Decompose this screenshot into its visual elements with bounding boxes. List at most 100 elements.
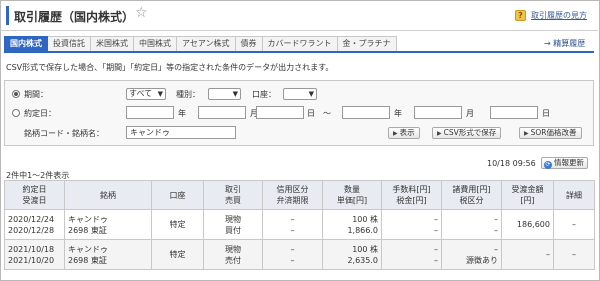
header-text: 諸費用[円] — [452, 185, 491, 194]
search-panel: 期間： すべて ▼ 種別： ▼ 口座： ▼ 約定日： 年 月 日 〜 年 月 日… — [4, 80, 594, 146]
header-text: 税金[円] — [396, 196, 427, 205]
col-amount: 受渡金額 [円] — [501, 180, 554, 210]
header-text: 取引 — [225, 185, 241, 194]
trade-type: 現物 — [225, 214, 241, 224]
header-text: 単価[円] — [336, 196, 368, 205]
favorite-star-icon[interactable]: ☆ — [135, 5, 148, 21]
tax: – — [434, 255, 438, 265]
repay-deadline: – — [290, 255, 295, 265]
col-trade: 取引 売買 — [203, 180, 263, 210]
cell-credit: – – — [262, 239, 323, 270]
tax-category: 源徴あり — [466, 255, 498, 265]
refresh-button[interactable]: ⟳ 情報更新 — [541, 157, 588, 169]
show-button[interactable]: ▶ 表示 — [388, 127, 420, 139]
from-month-input[interactable] — [198, 106, 246, 119]
tax: – — [434, 225, 438, 235]
costs: – — [494, 214, 498, 224]
timestamp: 10/18 09:56 — [487, 159, 536, 168]
cell-credit: – – — [262, 209, 323, 240]
stock-name: キャンドゥ — [68, 214, 108, 224]
arrow-right-icon: ▶ — [437, 130, 442, 137]
to-year-unit: 年 — [394, 109, 402, 118]
header-text: 売買 — [225, 196, 241, 205]
header-text: [円] — [520, 196, 535, 205]
stock-name: キャンドゥ — [68, 244, 108, 254]
tab-us-stocks[interactable]: 米国株式 — [91, 36, 134, 52]
chevron-down-icon: ▼ — [157, 90, 163, 98]
tab-china-stocks[interactable]: 中国株式 — [134, 36, 177, 52]
tab-domestic-stocks[interactable]: 国内株式 — [4, 36, 48, 52]
tab-asean-stocks[interactable]: アセアン株式 — [177, 36, 236, 52]
help-link[interactable]: 取引履歴の見方 — [531, 10, 587, 21]
trade-type: 現物 — [225, 244, 241, 254]
trade-date: 2021/10/18 — [8, 244, 55, 254]
header-text: 税区分 — [459, 196, 484, 205]
credit-type: – — [290, 244, 295, 254]
cell-trade: 現物 売付 — [203, 239, 263, 270]
period-radio[interactable] — [12, 90, 20, 98]
to-day-input[interactable] — [490, 106, 538, 119]
col-fee: 手数料[円] 税金[円] — [381, 180, 442, 210]
to-year-input[interactable] — [342, 106, 390, 119]
credit-type: – — [290, 214, 295, 224]
market-tabs: 国内株式 投資信託 米国株式 中国株式 アセアン株式 債券 カバードワラント 金… — [4, 36, 397, 52]
cell-dates: 2020/12/24 2020/12/28 — [4, 209, 65, 240]
cell-stock: キャンドゥ 2698 東証 — [64, 209, 152, 240]
stock-code-input[interactable]: キャンドゥ — [126, 126, 236, 139]
from-year-input[interactable] — [126, 106, 174, 119]
sor-price-button[interactable]: ▶ SOR価格改善 — [519, 127, 582, 139]
settle-date: 2020/12/28 — [8, 225, 55, 235]
from-day-unit: 日 — [307, 109, 315, 118]
page-title: 取引履歴（国内株式） — [14, 10, 135, 24]
tab-gold-platinum[interactable]: 金・プラチナ — [337, 36, 397, 52]
cell-fee: – – — [381, 209, 442, 240]
fee: – — [434, 214, 438, 224]
cell-costs: – – — [441, 209, 502, 240]
tab-bonds[interactable]: 債券 — [235, 36, 263, 52]
trade-side: 買付 — [225, 225, 241, 235]
to-month-input[interactable] — [414, 106, 462, 119]
header-text: 受渡日 — [22, 196, 47, 205]
to-day-unit: 日 — [542, 109, 550, 118]
csv-save-button[interactable]: ▶ CSV形式で保存 — [432, 127, 502, 139]
from-day-input[interactable] — [256, 106, 304, 119]
sor-price-button-label: SOR価格改善 — [530, 128, 577, 137]
cell-detail: – — [553, 209, 595, 240]
account-select[interactable]: ▼ — [283, 88, 317, 100]
quantity: 100 株 — [352, 214, 378, 224]
fee: – — [434, 244, 438, 254]
tab-investment-trusts[interactable]: 投資信託 — [48, 36, 91, 52]
cell-account: 特定 — [151, 239, 204, 270]
help-icon[interactable]: ? — [515, 10, 526, 21]
cell-trade: 現物 買付 — [203, 209, 263, 240]
cell-amount: – — [501, 239, 554, 270]
trade-date-radio[interactable] — [12, 109, 20, 117]
tab-covered-warrants[interactable]: カバードワラント — [262, 36, 338, 52]
page-header: 取引履歴（国内株式） ☆ ? 取引履歴の見方 — [0, 0, 598, 31]
header-text: 数量 — [344, 185, 360, 194]
title-accent-bar — [6, 6, 9, 25]
col-credit: 信用区分 弁済期限 — [262, 180, 323, 210]
unit-price: 1,866.0 — [347, 225, 378, 235]
show-button-label: 表示 — [399, 128, 415, 137]
stock-code: 2698 東証 — [68, 225, 107, 235]
csv-save-button-label: CSV形式で保存 — [443, 128, 497, 137]
period-label: 期間： — [24, 90, 48, 99]
type-label: 種別： — [176, 90, 200, 99]
tax-category: – — [494, 225, 498, 235]
settlement-history-link[interactable]: → 精算履歴 — [544, 38, 585, 49]
cell-stock: キャンドゥ 2698 東証 — [64, 239, 152, 270]
arrow-right-icon: ▶ — [524, 130, 529, 137]
type-select[interactable]: ▼ — [208, 88, 241, 100]
account-label: 口座： — [252, 90, 276, 99]
to-month-unit: 月 — [466, 109, 474, 118]
tab-underline — [4, 51, 594, 53]
col-account: 口座 — [151, 180, 204, 210]
table-row: 2020/12/24 2020/12/28 キャンドゥ 2698 東証 特定 現物買… — [4, 209, 595, 240]
cell-quantity: 100 株 2,635.0 — [322, 239, 382, 270]
stock-code-label: 銘柄コード・銘柄名： — [24, 129, 104, 138]
history-table: 約定日 受渡日 銘柄 口座 取引 売買 信用区分 弁済期限 数量 単価[円] 手数料[円… — [4, 180, 595, 270]
refresh-button-label: 情報更新 — [554, 158, 584, 167]
cell-amount: 186,600 — [501, 209, 554, 240]
period-select[interactable]: すべて ▼ — [126, 88, 166, 100]
